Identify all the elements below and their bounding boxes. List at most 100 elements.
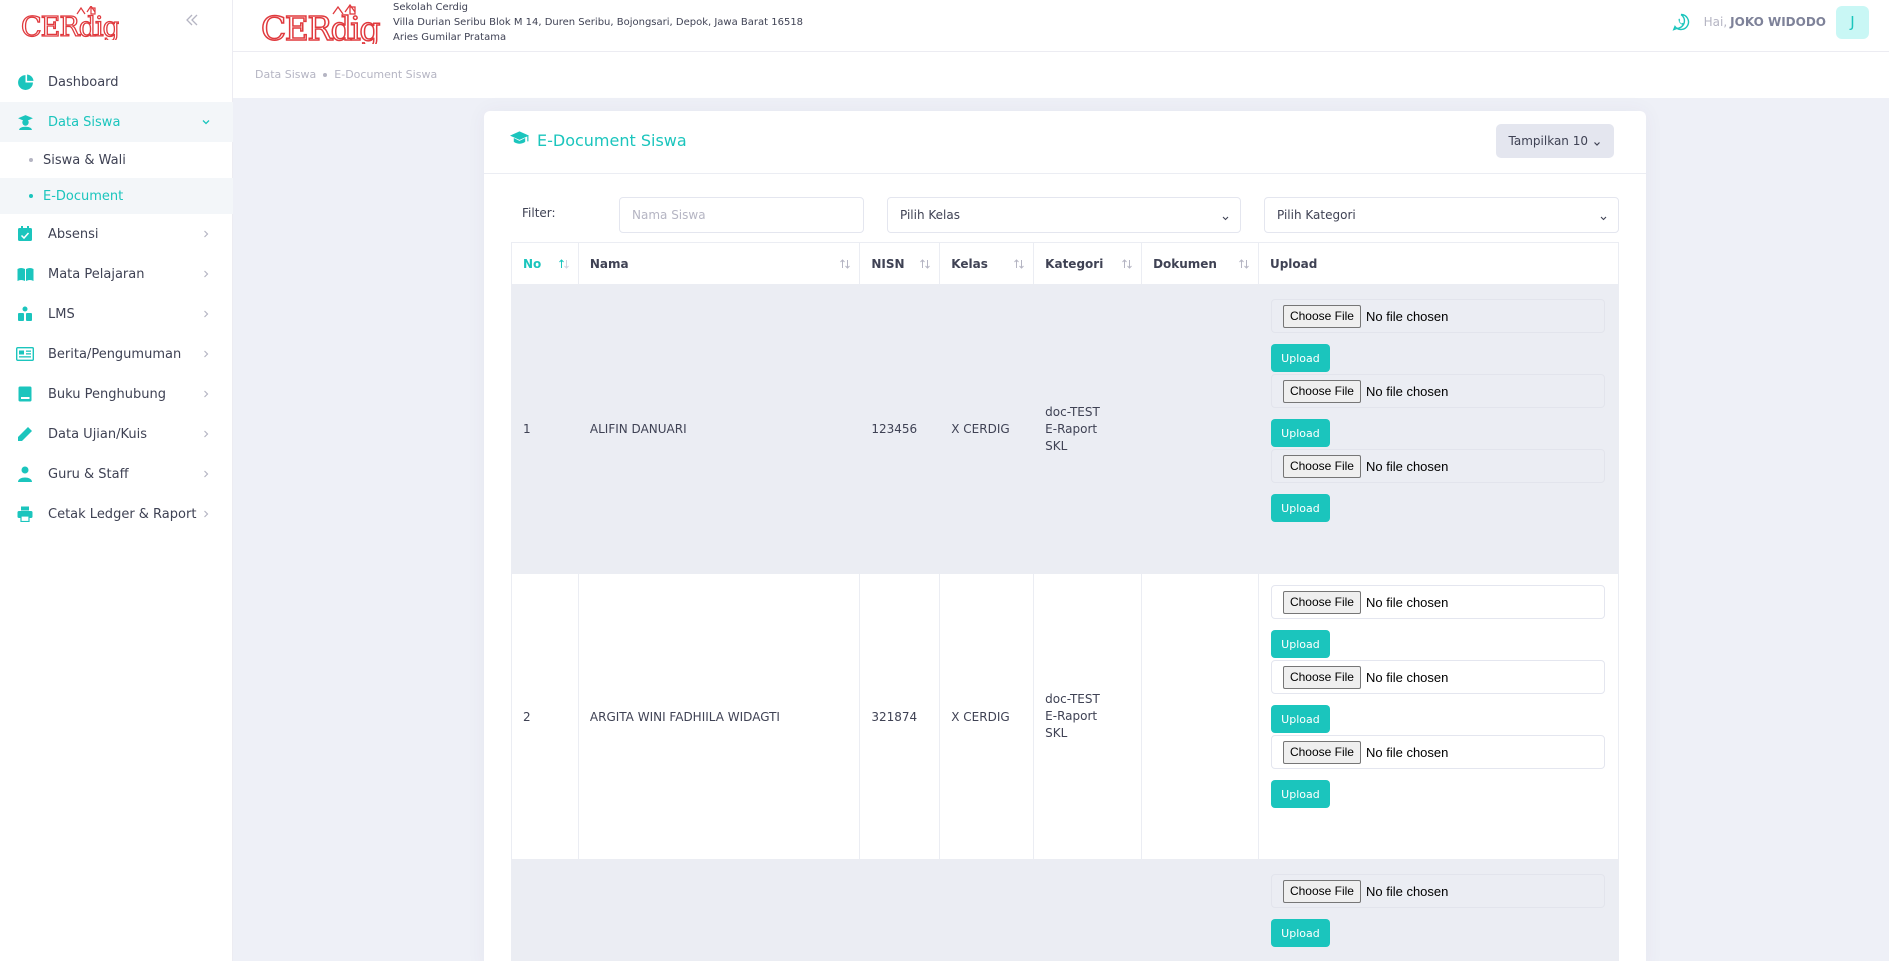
sidebar-subitem-siswa-wali[interactable]: Siswa & Wali bbox=[0, 142, 233, 178]
file-input[interactable]: Choose File No file chosen bbox=[1270, 874, 1605, 908]
card-header: E-Document Siswa Tampilkan 10 bbox=[484, 111, 1646, 174]
cell-dokumen bbox=[1141, 284, 1259, 574]
breadcrumb-item[interactable]: E-Document Siswa bbox=[334, 68, 437, 81]
sidebar-item-label: Buku Penghubung bbox=[48, 386, 166, 402]
upload-button[interactable]: Upload bbox=[1270, 494, 1330, 522]
user-name: JOKO WIDODO bbox=[1730, 15, 1826, 29]
column-header-no[interactable]: No bbox=[511, 242, 579, 285]
kategori-item: SKL bbox=[1045, 726, 1068, 740]
student-name-search-input[interactable] bbox=[619, 197, 864, 233]
column-header-kelas[interactable]: Kelas bbox=[939, 242, 1035, 285]
column-header-dokumen[interactable]: Dokumen bbox=[1141, 242, 1259, 285]
upload-button[interactable]: Upload bbox=[1270, 419, 1330, 447]
show-entries-label: Tampilkan 10 bbox=[1508, 134, 1588, 148]
filter-row: Filter: Pilih Kelas Pilih Kategori bbox=[484, 197, 1646, 233]
sidebar-item-dashboard[interactable]: Dashboard bbox=[0, 62, 233, 102]
sidebar-item-label: Dashboard bbox=[48, 74, 119, 90]
sort-asc-icon bbox=[558, 258, 570, 270]
dashboard-icon bbox=[16, 73, 34, 91]
sort-icon bbox=[1238, 258, 1250, 270]
sidebar-item-lms[interactable]: LMS bbox=[0, 294, 233, 334]
choose-file-button[interactable]: Choose File bbox=[1282, 665, 1361, 689]
column-header-nama[interactable]: Nama bbox=[577, 242, 861, 285]
top-header: CERdig Sekolah Cerdig Villa Durian Serib… bbox=[233, 0, 1889, 52]
sidebar-item-cetak-ledger[interactable]: Cetak Ledger & Raport bbox=[0, 494, 233, 534]
kategori-item: doc-TEST bbox=[1045, 692, 1100, 706]
header-logo[interactable]: CERdig bbox=[260, 3, 383, 49]
file-input[interactable]: Choose File No file chosen bbox=[1270, 735, 1605, 769]
choose-file-button[interactable]: Choose File bbox=[1282, 379, 1361, 403]
upload-button[interactable]: Upload bbox=[1270, 344, 1330, 372]
breadcrumb-item[interactable]: Data Siswa bbox=[255, 68, 316, 81]
sidebar-subitem-label: E-Document bbox=[43, 188, 124, 204]
calendar-check-icon bbox=[16, 225, 34, 243]
table-row: Choose File No file chosen Upload bbox=[511, 859, 1620, 961]
cell-nama bbox=[577, 859, 861, 961]
upload-group: Choose File No file chosen Upload bbox=[1270, 449, 1606, 522]
upload-button[interactable]: Upload bbox=[1270, 780, 1330, 808]
file-input[interactable]: Choose File No file chosen bbox=[1270, 299, 1605, 333]
cell-upload: Choose File No file chosen Upload Choose… bbox=[1257, 573, 1620, 860]
sidebar-subitem-e-document[interactable]: E-Document bbox=[0, 178, 233, 214]
kategori-item: doc-TEST bbox=[1045, 404, 1100, 419]
kategori-item: E-Raport bbox=[1045, 421, 1098, 436]
choose-file-button[interactable]: Choose File bbox=[1282, 454, 1361, 478]
sort-icon bbox=[1121, 258, 1133, 270]
file-input[interactable]: Choose File No file chosen bbox=[1270, 374, 1605, 408]
choose-file-button[interactable]: Choose File bbox=[1282, 740, 1361, 764]
choose-file-button[interactable]: Choose File bbox=[1282, 304, 1361, 328]
cell-no: 1 bbox=[511, 284, 579, 574]
file-status: No file chosen bbox=[1365, 458, 1449, 474]
upload-group: Choose File No file chosen Upload bbox=[1270, 374, 1606, 447]
column-header-nisn[interactable]: NISN bbox=[859, 242, 941, 285]
sidebar-item-buku-penghubung[interactable]: Buku Penghubung bbox=[0, 374, 233, 414]
book-icon bbox=[16, 385, 34, 403]
sidebar-logo[interactable]: CERdig bbox=[20, 4, 121, 44]
chevron-down-icon bbox=[1593, 137, 1601, 146]
cell-nama: ARGITA WINI FADHIILA WIDAGTI bbox=[577, 573, 861, 860]
sidebar-item-absensi[interactable]: Absensi bbox=[0, 214, 233, 254]
sidebar-item-guru-staff[interactable]: Guru & Staff bbox=[0, 454, 233, 494]
sidebar-subitem-label: Siswa & Wali bbox=[43, 152, 126, 168]
sidebar-item-label: Data Ujian/Kuis bbox=[48, 426, 147, 442]
bullet-icon bbox=[29, 194, 33, 198]
sidebar-item-data-siswa[interactable]: Data Siswa bbox=[0, 102, 233, 142]
class-select[interactable]: Pilih Kelas bbox=[887, 197, 1241, 233]
upload-button[interactable]: Upload bbox=[1270, 919, 1330, 947]
file-input[interactable]: Choose File No file chosen bbox=[1270, 585, 1605, 619]
column-header-kategori[interactable]: Kategori bbox=[1033, 242, 1143, 285]
avatar[interactable]: J bbox=[1836, 5, 1869, 39]
cell-nisn: 123456 bbox=[859, 284, 941, 574]
chevron-right-icon bbox=[201, 508, 211, 518]
whatsapp-icon[interactable] bbox=[1672, 13, 1690, 31]
student-icon bbox=[16, 113, 34, 131]
sidebar-menu: Dashboard Data Siswa Siswa & Wali E-Docu… bbox=[0, 62, 233, 534]
bullet-icon bbox=[29, 158, 33, 162]
upload-button[interactable]: Upload bbox=[1270, 630, 1330, 658]
subheader: Data Siswa E-Document Siswa bbox=[233, 52, 1889, 98]
choose-file-button[interactable]: Choose File bbox=[1282, 590, 1361, 614]
file-input[interactable]: Choose File No file chosen bbox=[1270, 449, 1605, 483]
collapse-sidebar-icon[interactable] bbox=[184, 12, 200, 28]
cell-no: 2 bbox=[511, 573, 579, 860]
choose-file-button[interactable]: Choose File bbox=[1282, 879, 1361, 903]
sidebar-item-berita[interactable]: Berita/Pengumuman bbox=[0, 334, 233, 374]
show-entries-dropdown[interactable]: Tampilkan 10 bbox=[1495, 124, 1614, 158]
column-label: Kelas bbox=[951, 256, 988, 271]
file-status: No file chosen bbox=[1365, 308, 1449, 324]
e-document-card: E-Document Siswa Tampilkan 10 Filter: Pi… bbox=[484, 111, 1646, 961]
cell-no bbox=[511, 859, 579, 961]
sidebar-item-data-ujian[interactable]: Data Ujian/Kuis bbox=[0, 414, 233, 454]
breadcrumb-separator bbox=[323, 72, 328, 77]
category-select-value: Pilih Kategori bbox=[1277, 208, 1356, 222]
sidebar-item-label: LMS bbox=[48, 306, 75, 322]
school-info: Sekolah Cerdig Villa Durian Seribu Blok … bbox=[393, 0, 803, 45]
category-select[interactable]: Pilih Kategori bbox=[1264, 197, 1619, 233]
table-header-row: No Nama NISN Kelas Kategori Dokumen Uplo… bbox=[511, 242, 1620, 285]
file-input[interactable]: Choose File No file chosen bbox=[1270, 660, 1605, 694]
newspaper-icon bbox=[16, 345, 34, 363]
upload-button[interactable]: Upload bbox=[1270, 705, 1330, 733]
sidebar-item-label: Mata Pelajaran bbox=[48, 266, 145, 282]
sidebar-item-mata-pelajaran[interactable]: Mata Pelajaran bbox=[0, 254, 233, 294]
cell-nama: ALIFIN DANUARI bbox=[577, 284, 861, 574]
